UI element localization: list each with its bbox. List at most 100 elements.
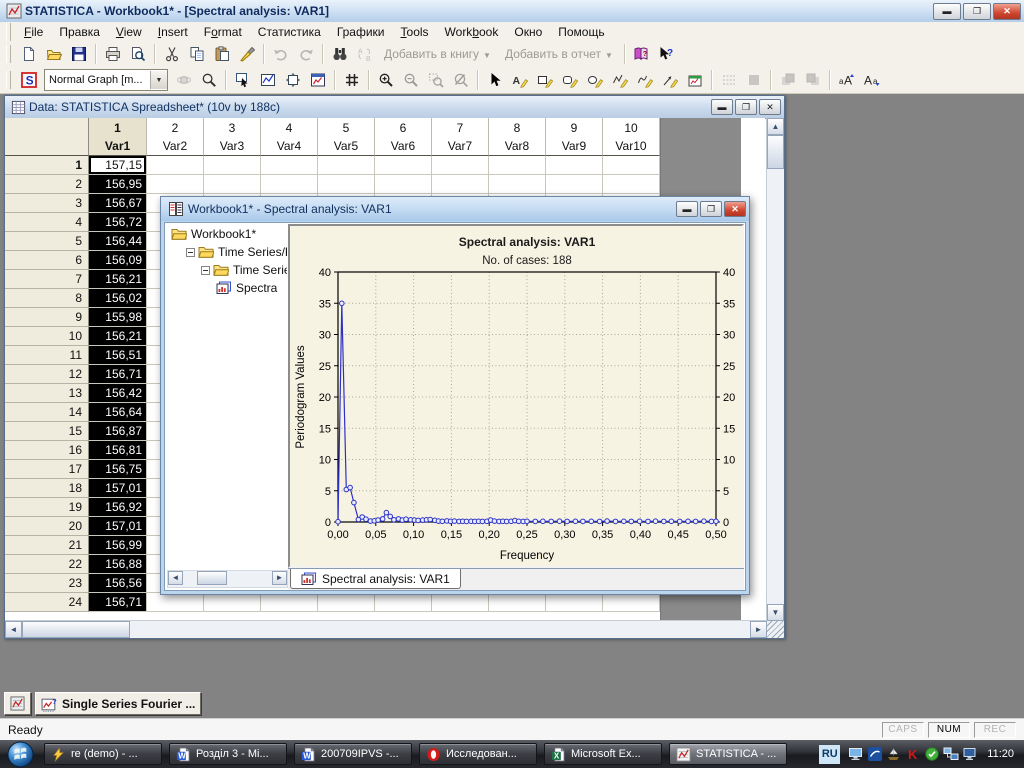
oval-tool-icon[interactable] (582, 68, 607, 92)
cell-var1[interactable]: 156,02 (89, 289, 147, 308)
tray-pc-icon[interactable] (962, 746, 978, 762)
vscroll-thumb[interactable] (767, 135, 784, 169)
taskbar-button-re-demo[interactable]: re (demo) - ... (44, 743, 162, 765)
row-number[interactable]: 20 (5, 517, 89, 536)
taskbar-button-microsoft-ex[interactable]: XMicrosoft Ex... (544, 743, 662, 765)
add-to-report-button[interactable]: Добавить в отчет▼ (498, 47, 620, 61)
tray-kaspersky-icon[interactable]: K (905, 746, 921, 762)
column-header-var4[interactable]: 4Var4 (261, 118, 318, 156)
start-button[interactable] (7, 741, 34, 768)
zoom-out-icon[interactable] (398, 68, 423, 92)
column-header-var3[interactable]: 3Var3 (204, 118, 261, 156)
cell[interactable] (375, 593, 432, 612)
collapse-icon[interactable] (201, 266, 210, 275)
undo-icon[interactable] (268, 42, 293, 66)
cell[interactable] (261, 156, 318, 175)
rect-tool-icon[interactable] (532, 68, 557, 92)
taskbar-button-исследован[interactable]: Исследован... (419, 743, 537, 765)
send-back-icon[interactable] (800, 68, 825, 92)
cell[interactable] (546, 175, 603, 194)
menu-item-статистика[interactable]: Статистика (250, 23, 329, 41)
print-icon[interactable] (100, 42, 125, 66)
sheet-minimize-button[interactable]: ▬ (711, 99, 733, 115)
column-header-var8[interactable]: 8Var8 (489, 118, 546, 156)
toolbar1-grip[interactable] (6, 45, 11, 63)
wb-minimize-button[interactable]: ▬ (676, 201, 698, 217)
pointer-icon[interactable] (482, 68, 507, 92)
cell[interactable] (375, 156, 432, 175)
sheet-close-button[interactable]: ✕ (759, 99, 781, 115)
row-number[interactable]: 21 (5, 536, 89, 555)
cell-var1[interactable]: 156,44 (89, 232, 147, 251)
cell-var1[interactable]: 156,67 (89, 194, 147, 213)
row-number[interactable]: 14 (5, 403, 89, 422)
cell[interactable] (318, 156, 375, 175)
zoom-in-icon[interactable] (373, 68, 398, 92)
menu-item-view[interactable]: View (108, 23, 150, 41)
row-number[interactable]: 22 (5, 555, 89, 574)
cell[interactable] (261, 175, 318, 194)
menu-item-file[interactable]: File (16, 23, 51, 41)
cell-var1[interactable]: 157,15 (89, 156, 147, 175)
cell-var1[interactable]: 156,71 (89, 365, 147, 384)
cell-var1[interactable]: 156,81 (89, 441, 147, 460)
scroll-down-button[interactable]: ▼ (767, 604, 784, 621)
find-icon[interactable] (327, 42, 352, 66)
cell-var1[interactable]: 156,71 (89, 593, 147, 612)
sheet-restore-button[interactable]: ❐ (735, 99, 757, 115)
row-number[interactable]: 7 (5, 270, 89, 289)
cell[interactable] (261, 593, 318, 612)
select-graph-icon[interactable] (230, 68, 255, 92)
move-graph-icon[interactable] (280, 68, 305, 92)
cell[interactable] (603, 593, 660, 612)
row-number[interactable]: 24 (5, 593, 89, 612)
polyline-tool-icon[interactable] (607, 68, 632, 92)
cell-var1[interactable]: 156,72 (89, 213, 147, 232)
tree-scroll-thumb[interactable] (197, 571, 227, 585)
tree-scrollbar[interactable]: ◄ ► (167, 570, 288, 588)
cell[interactable] (318, 593, 375, 612)
tree-item-time-series-fo[interactable]: Time Series/Fo (165, 243, 287, 261)
bring-front-icon[interactable] (775, 68, 800, 92)
format-brush-icon[interactable] (234, 42, 259, 66)
save-icon[interactable] (66, 42, 91, 66)
cell[interactable] (204, 156, 261, 175)
hscroll-thumb[interactable] (22, 621, 130, 638)
cell-var1[interactable]: 157,01 (89, 479, 147, 498)
tree-item-spectra[interactable]: Spectra (165, 279, 287, 297)
column-header-var1[interactable]: 1Var1 (89, 118, 147, 156)
freehand-tool-icon[interactable] (632, 68, 657, 92)
tab-spectral-analysis[interactable]: Spectral analysis: VAR1 (290, 569, 461, 589)
cell-var1[interactable]: 156,21 (89, 327, 147, 346)
row-number[interactable]: 23 (5, 574, 89, 593)
cell-var1[interactable]: 155,98 (89, 308, 147, 327)
cell-var1[interactable]: 156,64 (89, 403, 147, 422)
new-page-icon[interactable] (16, 42, 41, 66)
workbook-window[interactable]: Workbook1* - Spectral analysis: VAR1 ▬ ❐… (160, 196, 750, 595)
minimize-button[interactable]: ▬ (933, 3, 961, 20)
tree-scroll-left[interactable]: ◄ (168, 571, 183, 585)
wb-close-button[interactable]: ✕ (724, 201, 746, 217)
row-number[interactable]: 9 (5, 308, 89, 327)
tree-scroll-right[interactable]: ► (272, 571, 287, 585)
cell[interactable] (375, 175, 432, 194)
tray-wave-icon[interactable] (867, 746, 883, 762)
row-number[interactable]: 10 (5, 327, 89, 346)
menu-item-format[interactable]: Format (196, 23, 250, 41)
cell[interactable] (147, 156, 204, 175)
row-number[interactable]: 17 (5, 460, 89, 479)
row-number[interactable]: 4 (5, 213, 89, 232)
cell[interactable] (204, 175, 261, 194)
cell-var1[interactable]: 156,87 (89, 422, 147, 441)
graph-edit-icon[interactable] (255, 68, 280, 92)
cell[interactable] (546, 156, 603, 175)
tray-shield-icon[interactable] (924, 746, 940, 762)
scroll-right-button[interactable]: ► (750, 621, 767, 638)
column-header-var6[interactable]: 6Var6 (375, 118, 432, 156)
paste-icon[interactable] (209, 42, 234, 66)
menu-item-insert[interactable]: Insert (150, 23, 196, 41)
replace-icon[interactable]: AB (352, 42, 377, 66)
cell-var1[interactable]: 156,88 (89, 555, 147, 574)
column-header-var7[interactable]: 7Var7 (432, 118, 489, 156)
row-number[interactable]: 11 (5, 346, 89, 365)
